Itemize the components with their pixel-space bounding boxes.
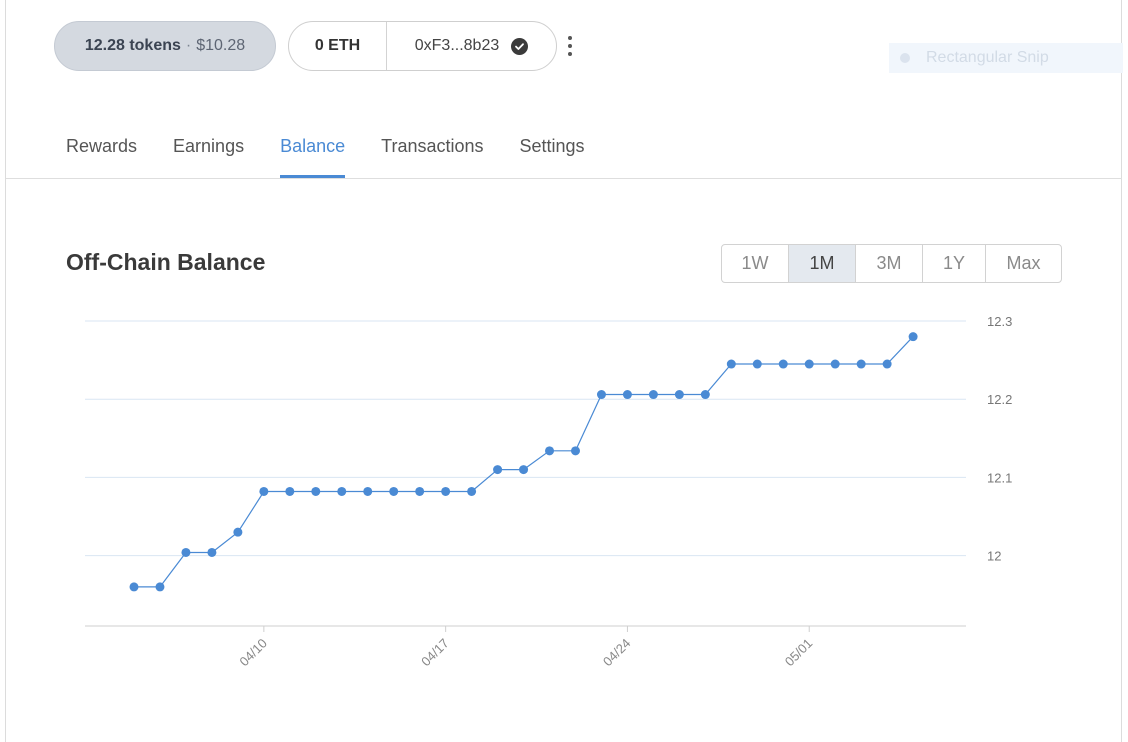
- data-point: [181, 547, 191, 557]
- y-tick-label: 12.1: [987, 470, 1012, 485]
- x-tick-label: 05/01: [782, 636, 816, 670]
- data-point: [622, 390, 632, 400]
- data-point: [259, 486, 269, 496]
- x-tick-label: 04/10: [236, 636, 270, 670]
- data-point: [441, 486, 451, 496]
- data-point: [908, 332, 918, 342]
- balance-line-chart: 12 12.1 12.2 12.3 04/10 04/17 04/24 05/01: [85, 314, 1012, 670]
- data-point: [363, 486, 373, 496]
- balance-series-line: [134, 336, 914, 588]
- x-tick-label: 04/17: [418, 636, 452, 670]
- data-point: [337, 486, 347, 496]
- data-point: [752, 359, 762, 369]
- y-tick-label: 12: [987, 549, 1001, 564]
- data-point: [570, 446, 580, 456]
- data-point: [856, 359, 866, 369]
- y-tick-label: 12.3: [987, 314, 1012, 329]
- data-point: [493, 465, 503, 475]
- data-point: [129, 582, 139, 592]
- data-point: [415, 486, 425, 496]
- data-point: [648, 390, 658, 400]
- data-point: [596, 390, 606, 400]
- y-tick-label: 12.2: [987, 392, 1012, 407]
- data-point: [233, 527, 243, 537]
- data-point: [285, 486, 295, 496]
- data-point: [882, 359, 892, 369]
- data-point: [519, 465, 529, 475]
- data-point: [700, 390, 710, 400]
- data-point: [389, 486, 399, 496]
- data-point: [311, 486, 321, 496]
- data-point: [726, 359, 736, 369]
- data-point: [804, 359, 814, 369]
- data-point: [545, 446, 555, 456]
- data-point: [830, 359, 840, 369]
- data-point: [778, 359, 788, 369]
- data-point: [155, 582, 165, 592]
- x-tick-label: 04/24: [600, 636, 634, 670]
- data-point: [674, 390, 684, 400]
- data-point: [467, 486, 477, 496]
- data-point: [207, 547, 217, 557]
